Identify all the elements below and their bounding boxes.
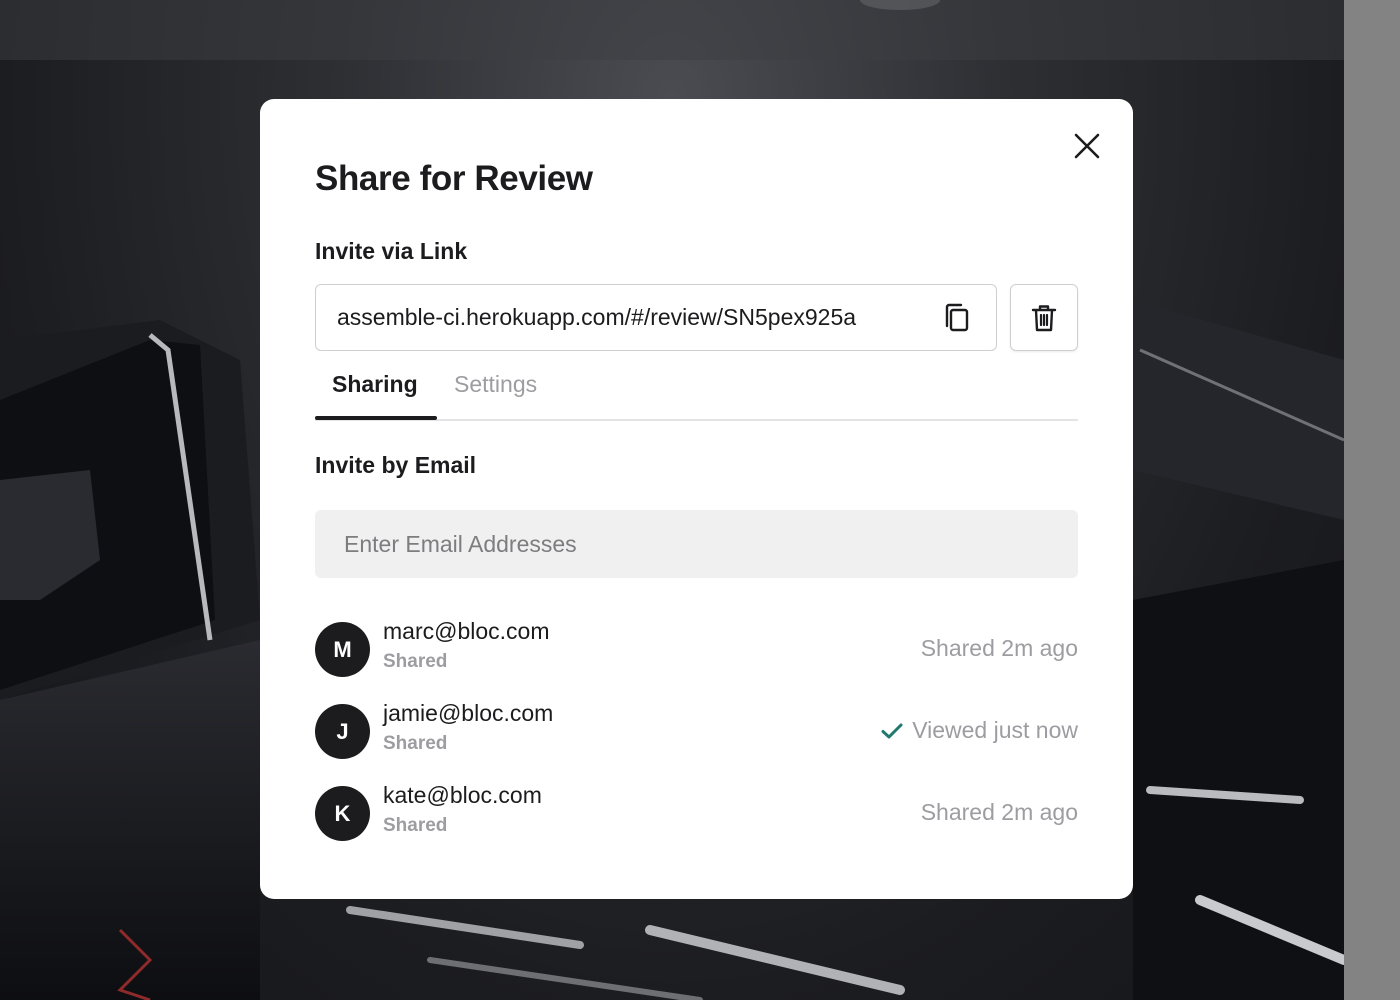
tab-settings[interactable]: Settings bbox=[454, 371, 537, 398]
avatar: M bbox=[315, 622, 370, 677]
list-item: J jamie@bloc.com Shared Viewed just now bbox=[315, 700, 1078, 764]
check-icon bbox=[881, 723, 903, 738]
avatar: K bbox=[315, 786, 370, 841]
page-scrollbar[interactable] bbox=[1344, 0, 1400, 1000]
share-tabs: Sharing Settings bbox=[315, 367, 1078, 421]
list-item: M marc@bloc.com Shared Shared 2m ago bbox=[315, 618, 1078, 682]
share-modal: Share for Review Invite via Link assembl… bbox=[260, 99, 1133, 899]
active-tab-indicator bbox=[315, 416, 437, 420]
copy-icon bbox=[945, 303, 969, 332]
close-icon bbox=[1074, 133, 1100, 159]
invite-email-label: Invite by Email bbox=[315, 452, 477, 478]
tab-sharing[interactable]: Sharing bbox=[332, 371, 418, 398]
delete-link-button[interactable] bbox=[1010, 284, 1078, 351]
copy-link-button[interactable] bbox=[940, 302, 972, 334]
person-share-state: Shared bbox=[383, 733, 448, 754]
status-text: Viewed just now bbox=[912, 717, 1078, 743]
modal-title: Share for Review bbox=[315, 159, 593, 198]
person-share-state: Shared bbox=[383, 815, 448, 836]
person-status: Shared 2m ago bbox=[921, 635, 1078, 662]
person-email: marc@bloc.com bbox=[383, 618, 550, 644]
share-link-text[interactable]: assemble-ci.herokuapp.com/#/review/SN5pe… bbox=[337, 304, 927, 331]
person-email: kate@bloc.com bbox=[383, 782, 542, 808]
avatar: J bbox=[315, 704, 370, 759]
person-share-state: Shared bbox=[383, 651, 448, 672]
list-item: K kate@bloc.com Shared Shared 2m ago bbox=[315, 782, 1078, 846]
close-button[interactable] bbox=[1070, 129, 1104, 163]
person-status: Shared 2m ago bbox=[921, 799, 1078, 826]
share-link-field[interactable]: assemble-ci.herokuapp.com/#/review/SN5pe… bbox=[315, 284, 997, 351]
person-email: jamie@bloc.com bbox=[383, 700, 554, 726]
trash-icon bbox=[1031, 304, 1057, 331]
email-input[interactable] bbox=[315, 510, 1078, 578]
person-status: Viewed just now bbox=[880, 717, 1078, 744]
invite-link-label: Invite via Link bbox=[315, 238, 468, 264]
status-text: Shared 2m ago bbox=[920, 635, 1078, 661]
status-text: Shared 2m ago bbox=[920, 799, 1078, 825]
